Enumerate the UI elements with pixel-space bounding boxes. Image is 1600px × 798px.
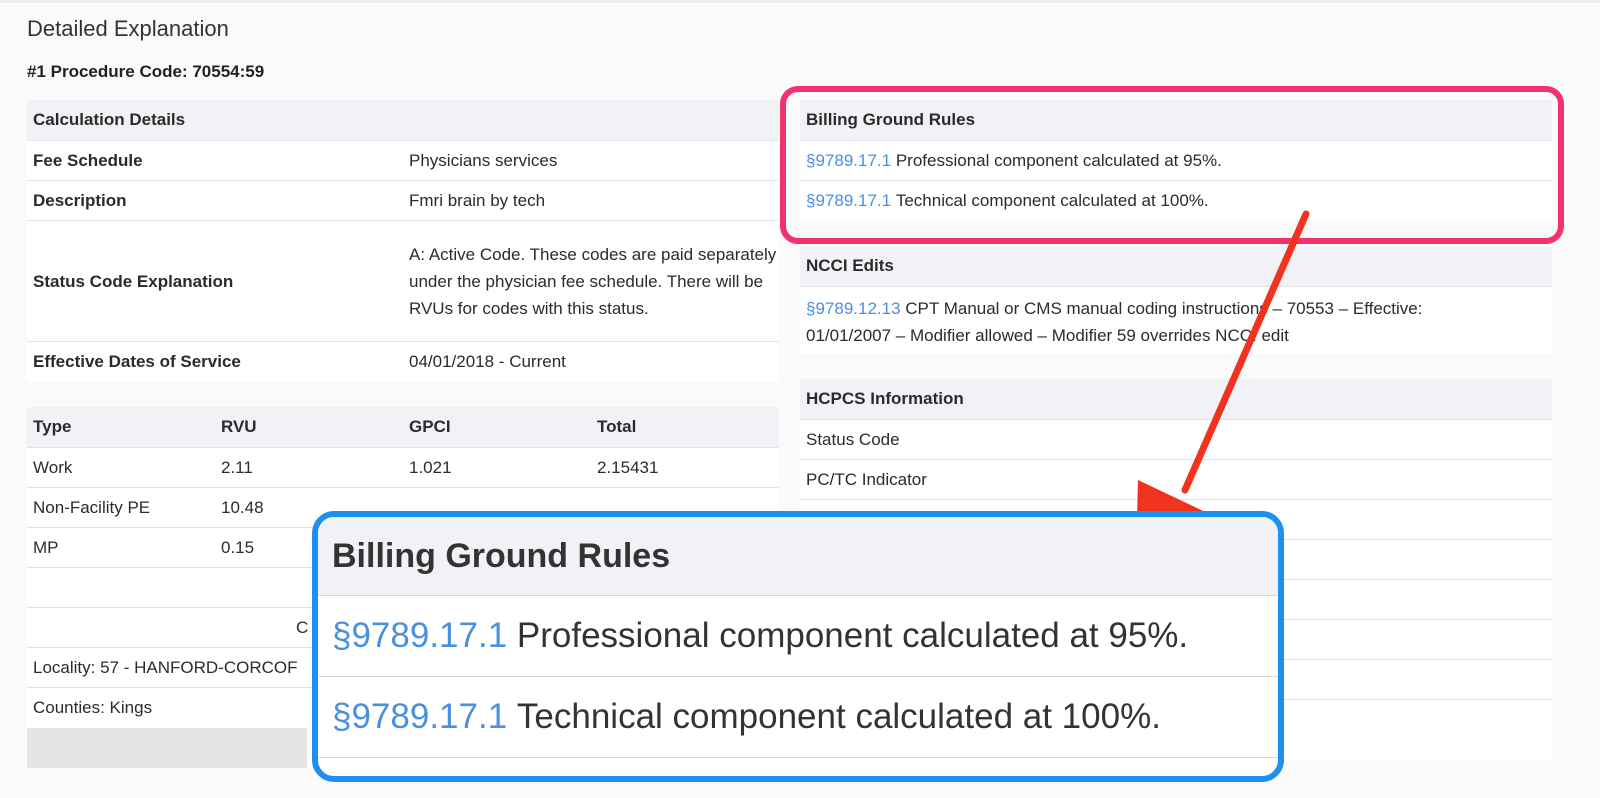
zoom-row: §9789.17.1 Professional component calcul… xyxy=(318,596,1278,677)
zoom-row: §9789.17.1 Technical component calculate… xyxy=(318,677,1278,758)
zoom-rule-ref-link[interactable]: §9789.17.1 xyxy=(332,616,507,656)
zoom-rule-ref-link[interactable]: §9789.17.1 xyxy=(332,697,507,737)
zoom-rule-text: Technical component calculated at 100%. xyxy=(516,697,1161,736)
zoom-header: Billing Ground Rules xyxy=(318,517,1278,596)
zoom-callout: Billing Ground Rules §9789.17.1 Professi… xyxy=(312,511,1284,782)
zoom-rule-text: Professional component calculated at 95%… xyxy=(516,616,1189,655)
